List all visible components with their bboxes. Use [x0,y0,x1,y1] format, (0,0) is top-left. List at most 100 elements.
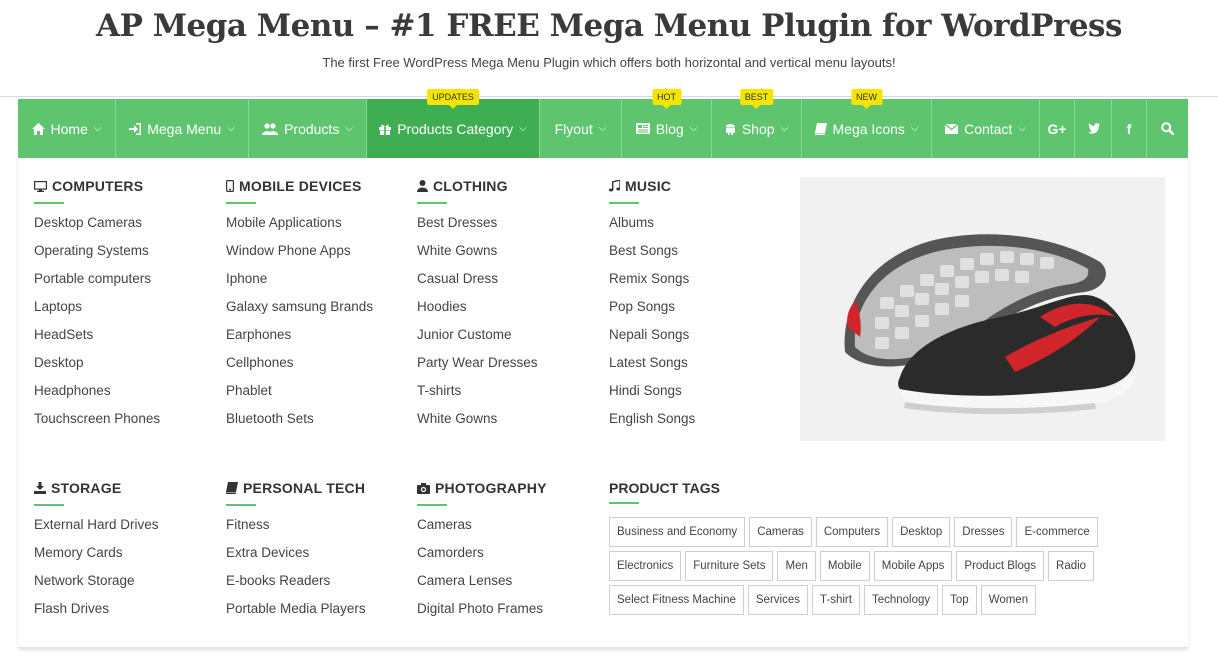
product-tag[interactable]: Women [980,585,1037,615]
sign-in-icon [129,122,142,135]
menu-link[interactable]: Extra Devices [226,544,406,572]
link-list: Fitness Extra Devices E-books Readers Porta… [226,516,406,628]
search-icon[interactable] [1147,99,1188,158]
menu-link[interactable]: Galaxy samsung Brands [226,298,406,326]
nav-item-home[interactable]: Home ⌵ [18,99,116,158]
menu-link[interactable]: Flash Drives [34,600,214,628]
menu-link[interactable]: Network Storage [34,572,214,600]
menu-link[interactable]: Albums [609,214,789,242]
product-tag[interactable]: Desktop [892,517,951,547]
google-plus-icon[interactable]: G+ [1040,99,1075,158]
menu-link[interactable]: Camorders [417,544,597,572]
menu-link[interactable]: Remix Songs [609,270,789,298]
nav-item-mega-icons[interactable]: NEW Mega Icons ⌵ [802,89,932,158]
product-tag[interactable]: Radio [1048,551,1095,581]
menu-link[interactable]: Nepali Songs [609,326,789,354]
facebook-icon[interactable]: f [1112,99,1147,158]
download-icon [34,482,46,494]
menu-link[interactable]: Memory Cards [34,544,214,572]
product-tag[interactable]: Electronics [609,551,682,581]
product-tag[interactable]: Technology [863,585,939,615]
menu-link[interactable]: Cameras [417,516,597,544]
menu-link[interactable]: Hindi Songs [609,382,789,410]
product-tag[interactable]: E-commerce [1016,517,1098,547]
nav-label-mega-icons: Mega Icons [832,120,905,137]
link-list: Desktop Cameras Operating Systems Portable… [34,214,214,438]
menu-link[interactable]: Desktop Cameras [34,214,214,242]
chevron-down-icon: ⌵ [689,123,698,134]
menu-link[interactable]: Camera Lenses [417,572,597,600]
menu-link[interactable]: Latest Songs [609,354,789,382]
book-icon [226,482,238,494]
menu-link[interactable]: Headphones [34,382,214,410]
heading-underline [609,502,639,504]
chevron-down-icon: ⌵ [598,123,607,134]
menu-link[interactable]: E-books Readers [226,572,406,600]
product-tag[interactable]: Services [747,585,808,615]
menu-link[interactable]: HeadSets [34,326,214,354]
badge-new: NEW [851,89,882,109]
product-tag[interactable]: T-shirt [812,585,860,615]
menu-link[interactable]: Best Songs [609,242,789,270]
menu-link[interactable]: Hoodies [417,298,597,326]
column-heading: CLOTHING [417,178,597,194]
product-tag[interactable]: Computers [815,517,889,547]
menu-link[interactable]: Window Phone Apps [226,242,406,270]
product-tags-title: PRODUCT TAGS [609,480,720,496]
gift-icon [379,123,392,135]
nav-item-flyout[interactable]: Flyout ⌵ [540,99,622,158]
menu-link[interactable]: External Hard Drives [34,516,214,544]
menu-link[interactable]: English Songs [609,410,789,438]
product-tag[interactable]: Mobile [819,551,870,581]
product-tag[interactable]: Dresses [954,517,1013,547]
link-list: Albums Best Songs Remix Songs Pop Songs Nepa… [609,214,789,438]
menu-link[interactable]: Phablet [226,382,406,410]
menu-link[interactable]: Desktop [34,354,214,382]
product-tag[interactable]: Cameras [749,517,812,547]
menu-link[interactable]: Junior Custome [417,326,597,354]
nav-item-blog[interactable]: HOT Blog ⌵ [622,89,712,158]
menu-link[interactable]: Touchscreen Phones [34,410,214,438]
menu-link[interactable]: Portable Media Players [226,600,406,628]
menu-link[interactable]: Pop Songs [609,298,789,326]
menu-link[interactable]: Cellphones [226,354,406,382]
product-tag[interactable]: Product Blogs [956,551,1045,581]
menu-link[interactable]: Operating Systems [34,242,214,270]
column-title: PERSONAL TECH [243,480,366,496]
product-tag[interactable]: Business and Economy [609,517,746,547]
menu-link[interactable]: Best Dresses [417,214,597,242]
product-tag[interactable]: Men [777,551,816,581]
nav-item-contact[interactable]: Contact ⌵ [932,99,1040,158]
site-title[interactable]: AP Mega Menu – #1 FREE Mega Menu Plugin … [0,8,1218,44]
menu-link[interactable]: Casual Dress [417,270,597,298]
product-tag[interactable]: Furniture Sets [685,551,774,581]
heading-underline [609,202,639,204]
nav-label-contact: Contact [964,120,1013,137]
product-tag[interactable]: Select Fitness Machine [609,585,744,615]
menu-link[interactable]: Digital Photo Frames [417,600,597,628]
menu-link[interactable]: White Gowns [417,410,597,438]
menu-link[interactable]: Laptops [34,298,214,326]
menu-link[interactable]: Fitness [226,516,406,544]
heading-underline [34,202,64,204]
nav-item-products-category[interactable]: UPDATES Products Category ⌵ [367,89,540,158]
menu-link[interactable]: White Gowns [417,242,597,270]
column-title: MUSIC [625,178,672,194]
menu-link[interactable]: Earphones [226,326,406,354]
column-heading: PHOTOGRAPHY [417,480,597,496]
chevron-down-icon: ⌵ [93,123,102,134]
menu-link[interactable]: Mobile Applications [226,214,406,242]
nav-item-shop[interactable]: BEST Shop ⌵ [712,89,802,158]
menu-link[interactable]: T-shirts [417,382,597,410]
menu-link[interactable]: Bluetooth Sets [226,410,406,438]
nav-item-mega-menu[interactable]: Mega Menu ⌵ [116,99,249,158]
twitter-icon[interactable] [1075,99,1112,158]
nav-item-products[interactable]: Products ⌵ [249,99,367,158]
product-tag[interactable]: Mobile Apps [873,551,953,581]
newspaper-icon [635,123,650,134]
menu-link[interactable]: Portable computers [34,270,214,298]
product-image-sneaker[interactable] [800,177,1165,441]
menu-link[interactable]: Iphone [226,270,406,298]
product-tag[interactable]: Top [942,585,977,615]
menu-link[interactable]: Party Wear Dresses [417,354,597,382]
